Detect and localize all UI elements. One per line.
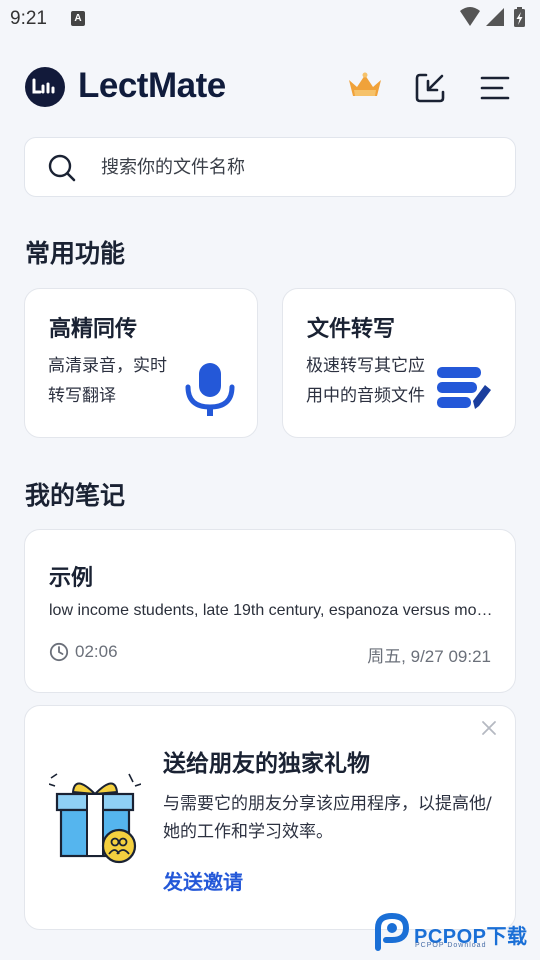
notes-section-title: 我的笔记 <box>25 481 126 510</box>
app-brand-name: LectMate <box>78 66 226 105</box>
watermark: PCPOP下载 PCPOP Download <box>374 912 540 958</box>
status-bar: 9:21 A <box>0 0 540 36</box>
features-section-title: 常用功能 <box>25 239 126 268</box>
note-title: 示例 <box>49 566 94 591</box>
battery-charging-icon <box>514 7 525 27</box>
watermark-subtext: PCPOP Download <box>415 942 487 949</box>
note-preview: low income students, late 19th century, … <box>49 602 495 619</box>
wifi-icon <box>460 7 480 26</box>
feature-card-file-transcribe[interactable]: 文件转写 极速转写其它应用中的音频文件 <box>282 288 516 438</box>
gift-invite-card: 送给朋友的独家礼物 与需要它的朋友分享该应用程序，以提高他/她的工作和学习效率。… <box>24 705 516 930</box>
pcpop-logo-icon <box>375 912 410 951</box>
feature-description: 高清录音，实时转写翻译 <box>48 356 167 406</box>
status-icons <box>460 7 525 27</box>
menu-icon[interactable] <box>478 72 512 104</box>
note-duration: 02:06 <box>75 642 118 661</box>
status-time: 9:21 <box>10 8 47 29</box>
feature-title: 高精同传 <box>49 317 138 342</box>
search-input[interactable] <box>101 152 481 182</box>
feature-description: 极速转写其它应用中的音频文件 <box>306 356 425 406</box>
app-bar: LectMate <box>0 60 540 116</box>
send-invite-link[interactable]: 发送邀请 <box>163 866 243 895</box>
clock-icon <box>49 642 69 662</box>
microphone-icon <box>185 363 235 416</box>
download-icon[interactable] <box>412 70 448 106</box>
gift-description: 与需要它的朋友分享该应用程序，以提高他/她的工作和学习效率。 <box>163 794 492 842</box>
feature-title: 文件转写 <box>307 317 396 342</box>
gift-title: 送给朋友的独家礼物 <box>163 751 370 777</box>
lectmate-logo-icon <box>25 67 65 107</box>
crown-icon[interactable] <box>346 70 384 102</box>
gift-box-icon <box>49 773 141 864</box>
note-date: 周五, 9/27 09:21 <box>367 647 491 666</box>
feature-card-simultaneous[interactable]: 高精同传 高清录音，实时转写翻译 <box>24 288 258 438</box>
notification-a-icon: A <box>71 11 85 26</box>
search-bar[interactable] <box>24 137 516 197</box>
signal-icon <box>486 8 504 26</box>
document-edit-icon <box>437 367 491 409</box>
close-icon[interactable] <box>479 718 499 738</box>
note-card[interactable]: 示例 low income students, late 19th centur… <box>24 529 516 693</box>
search-icon <box>48 154 76 182</box>
